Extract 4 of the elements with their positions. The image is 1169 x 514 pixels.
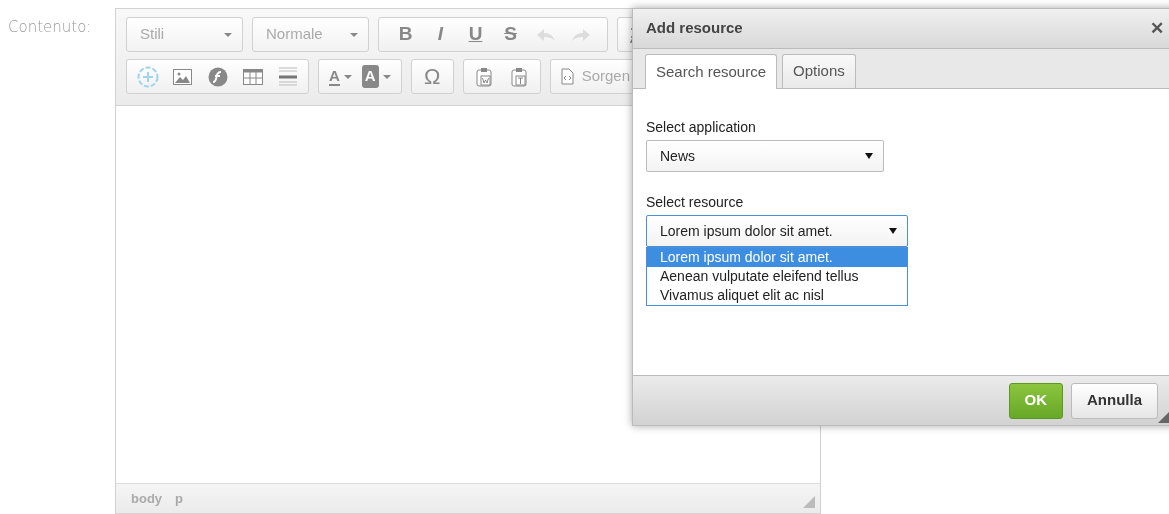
field-label: Select application	[646, 118, 757, 137]
dialog-title: Add resource	[646, 18, 743, 39]
field-label: Contenuto:	[7, 17, 93, 38]
field-label: Select resource	[646, 193, 745, 212]
